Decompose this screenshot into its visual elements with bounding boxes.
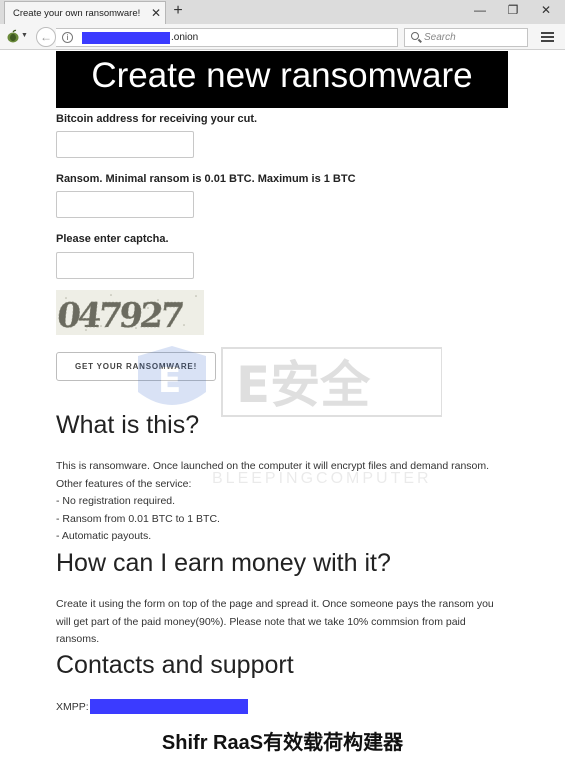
captcha-image: 047927 bbox=[56, 290, 204, 335]
what-section-body: This is ransomware. Once launched on the… bbox=[56, 458, 511, 546]
chevron-down-icon[interactable]: ▼ bbox=[21, 32, 28, 39]
what-line: Other features of the service: bbox=[56, 477, 192, 490]
what-line: - Ransom from 0.01 BTC to 1 BTC. bbox=[56, 512, 220, 525]
earn-section-body: Create it using the form on top of the p… bbox=[56, 596, 511, 649]
bitcoin-address-input[interactable] bbox=[56, 131, 194, 158]
get-ransomware-button[interactable]: GET YOUR RANSOMWARE! bbox=[56, 352, 216, 381]
hamburger-menu-icon[interactable] bbox=[541, 32, 554, 42]
tab-close-icon[interactable]: ✕ bbox=[147, 6, 165, 20]
ransom-amount-input[interactable] bbox=[56, 191, 194, 218]
search-icon bbox=[411, 32, 419, 40]
what-section-title: What is this? bbox=[56, 411, 200, 439]
earn-line: ransoms. bbox=[56, 633, 100, 645]
tor-onion-icon[interactable] bbox=[6, 29, 20, 43]
captcha-text: 047927 bbox=[56, 296, 184, 335]
redacted-url bbox=[82, 32, 170, 44]
earn-line: Create it using the form on top of the p… bbox=[56, 598, 494, 610]
url-suffix: .onion bbox=[171, 32, 199, 43]
contacts-section-title: Contacts and support bbox=[56, 651, 294, 679]
captcha-label: Please enter captcha. bbox=[56, 233, 169, 245]
new-tab-button[interactable]: + bbox=[170, 2, 186, 20]
ransom-label: Ransom. Minimal ransom is 0.01 BTC. Maxi… bbox=[56, 173, 356, 185]
what-line: - No registration required. bbox=[56, 495, 176, 507]
watermark-logo-text: E安全 bbox=[236, 356, 371, 414]
search-placeholder: Search bbox=[424, 32, 456, 43]
what-line: This is ransomware. Once launched on the… bbox=[56, 460, 490, 472]
back-arrow-icon: ← bbox=[40, 30, 52, 44]
browser-tab[interactable]: Create your own ransomware! ✕ bbox=[4, 1, 166, 24]
back-button[interactable]: ← bbox=[36, 27, 56, 47]
earn-section-title: How can I earn money with it? bbox=[56, 549, 391, 577]
earn-line: will get part of the paid money(90%). Pl… bbox=[56, 615, 466, 628]
close-window-button[interactable]: ✕ bbox=[536, 3, 556, 17]
page-banner: Create new ransomware bbox=[56, 51, 508, 108]
redacted-xmpp-address bbox=[90, 699, 248, 714]
xmpp-label: XMPP: bbox=[56, 701, 89, 713]
tab-bar: Create your own ransomware! ✕ + — ❐ ✕ bbox=[0, 0, 565, 24]
captcha-input[interactable] bbox=[56, 252, 194, 279]
tab-title: Create your own ransomware! bbox=[13, 7, 141, 19]
info-icon[interactable]: i bbox=[62, 32, 73, 43]
minimize-button[interactable]: — bbox=[470, 3, 490, 17]
image-caption: Shifr RaaS有效载荷构建器 bbox=[161, 732, 404, 754]
address-bar[interactable]: i .onion ↻ bbox=[56, 28, 445, 47]
search-box[interactable]: Search bbox=[404, 28, 528, 47]
navigation-bar: ▼ ← i .onion ↻ Search bbox=[0, 24, 565, 50]
restore-button[interactable]: ❐ bbox=[503, 3, 523, 17]
what-line: - Automatic payouts. bbox=[56, 530, 152, 542]
bitcoin-label: Bitcoin address for receiving your cut. bbox=[56, 113, 258, 125]
